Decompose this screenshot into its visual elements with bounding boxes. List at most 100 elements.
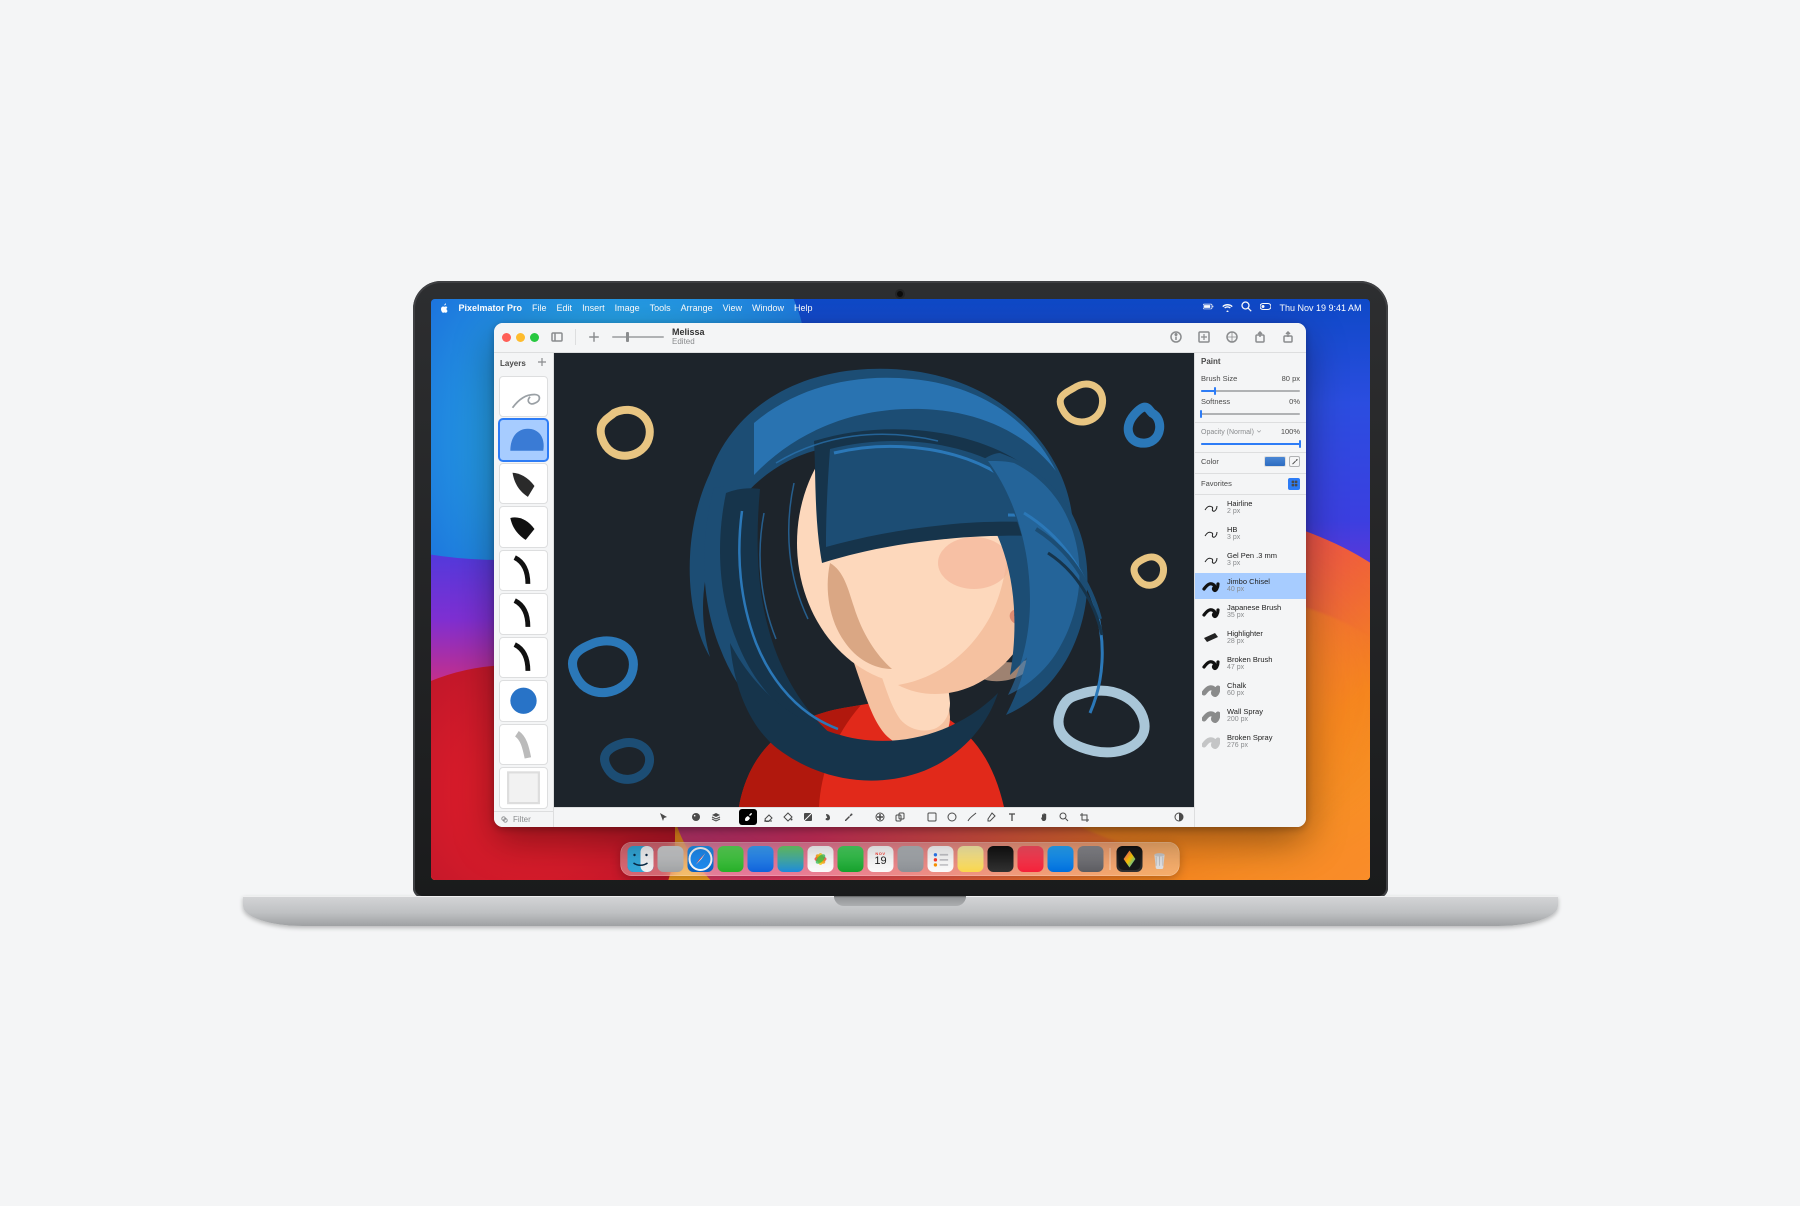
dock-appstore[interactable] [1048, 846, 1074, 872]
minimize-button[interactable] [516, 333, 525, 342]
layers-list [494, 374, 553, 811]
tool-shape[interactable] [923, 809, 941, 825]
menu-edit[interactable]: Edit [557, 303, 573, 313]
color-picker-button[interactable] [1289, 456, 1300, 467]
layer-hair-front[interactable] [499, 463, 548, 505]
info-button[interactable] [1166, 327, 1186, 347]
color-adjust-button[interactable] [1222, 327, 1242, 347]
tool-arrow[interactable] [655, 809, 673, 825]
zoom-slider[interactable] [612, 330, 664, 344]
softness-slider[interactable] [1201, 410, 1300, 418]
paint-title: Paint [1195, 353, 1306, 370]
tool-fill[interactable] [779, 809, 797, 825]
tool-arrange[interactable] [707, 809, 725, 825]
menu-arrange[interactable]: Arrange [681, 303, 713, 313]
app-window: Melissa Edited Layers [494, 323, 1306, 827]
brush-japanese-brush[interactable]: Japanese Brush35 px [1195, 599, 1306, 625]
menu-insert[interactable]: Insert [582, 303, 605, 313]
menu-image[interactable]: Image [615, 303, 640, 313]
brush-jimbo-chisel[interactable]: Jimbo Chisel40 px [1195, 573, 1306, 599]
menu-help[interactable]: Help [794, 303, 813, 313]
layer-hair-dark[interactable] [499, 506, 548, 548]
layer-strand1[interactable] [499, 550, 548, 592]
canvas[interactable] [554, 353, 1194, 807]
tool-color-adjust[interactable] [1170, 809, 1188, 825]
dock-safari[interactable] [688, 846, 714, 872]
control-center-icon[interactable] [1260, 301, 1271, 314]
layers-footer[interactable]: Filter [494, 811, 553, 827]
tool-paint[interactable] [739, 809, 757, 825]
dock-launchpad[interactable] [658, 846, 684, 872]
dock-notes[interactable] [958, 846, 984, 872]
tool-erase[interactable] [759, 809, 777, 825]
tool-gradient[interactable] [799, 809, 817, 825]
dock: NOV19 [621, 842, 1180, 876]
dock-pixelmator[interactable] [1117, 846, 1143, 872]
dock-tv[interactable] [988, 846, 1014, 872]
layer-strand2[interactable] [499, 593, 548, 635]
brush-highlighter[interactable]: Highlighter28 px [1195, 625, 1306, 651]
layer-head[interactable] [499, 680, 548, 722]
dock-preferences[interactable] [1078, 846, 1104, 872]
dock-calendar[interactable]: NOV19 [868, 846, 894, 872]
layer-sketch[interactable] [499, 376, 548, 418]
dock-mail[interactable] [748, 846, 774, 872]
tool-color-pick[interactable] [839, 809, 857, 825]
menu-window[interactable]: Window [752, 303, 784, 313]
brush-hb[interactable]: HB3 px [1195, 521, 1306, 547]
opacity-mode[interactable]: Opacity (Normal) [1201, 428, 1262, 436]
layer-strand3[interactable] [499, 637, 548, 679]
tool-hand[interactable] [1035, 809, 1053, 825]
tool-repair[interactable] [871, 809, 889, 825]
tool-pen[interactable] [983, 809, 1001, 825]
dock-music[interactable] [1018, 846, 1044, 872]
fullscreen-button[interactable] [530, 333, 539, 342]
brush-gel-pen-3-mm[interactable]: Gel Pen .3 mm3 px [1195, 547, 1306, 573]
menu-view[interactable]: View [723, 303, 742, 313]
tool-smudge[interactable] [819, 809, 837, 825]
effects-button[interactable] [1194, 327, 1214, 347]
menubar-app-name[interactable]: Pixelmator Pro [459, 303, 523, 313]
export-button[interactable] [1250, 327, 1270, 347]
opacity-slider[interactable] [1201, 440, 1300, 448]
tool-crop[interactable] [1075, 809, 1093, 825]
layer-hair-bg[interactable] [499, 419, 548, 461]
tool-zoom[interactable] [1055, 809, 1073, 825]
wifi-icon[interactable] [1222, 301, 1233, 314]
brush-wall-spray[interactable]: Wall Spray200 px [1195, 703, 1306, 729]
toggle-sidebar-button[interactable] [547, 327, 567, 347]
color-swatch[interactable] [1264, 456, 1286, 467]
close-button[interactable] [502, 333, 511, 342]
add-layer-button[interactable] [584, 327, 604, 347]
tool-clone[interactable] [891, 809, 909, 825]
apple-menu[interactable] [439, 303, 449, 313]
menubar-clock[interactable]: Thu Nov 19 9:41 AM [1279, 303, 1361, 313]
add-layer-icon[interactable] [537, 357, 547, 370]
brush-size-slider[interactable] [1201, 387, 1300, 395]
dock-finder[interactable] [628, 846, 654, 872]
share-button[interactable] [1278, 327, 1298, 347]
brush-broken-spray[interactable]: Broken Spray276 px [1195, 729, 1306, 755]
color-label: Color [1201, 457, 1219, 466]
brush-chalk[interactable]: Chalk60 px [1195, 677, 1306, 703]
spotlight-icon[interactable] [1241, 301, 1252, 314]
dock-photos[interactable] [808, 846, 834, 872]
tool-style[interactable] [687, 809, 705, 825]
brush-picker-button[interactable] [1288, 478, 1300, 490]
dock-messages[interactable] [718, 846, 744, 872]
layer-paper[interactable] [499, 767, 548, 809]
dock-facetime[interactable] [838, 846, 864, 872]
dock-contacts[interactable] [898, 846, 924, 872]
tool-ellipse[interactable] [943, 809, 961, 825]
battery-icon[interactable] [1203, 301, 1214, 314]
layer-neck[interactable] [499, 724, 548, 766]
dock-reminders[interactable] [928, 846, 954, 872]
tool-text[interactable] [1003, 809, 1021, 825]
menu-file[interactable]: File [532, 303, 547, 313]
dock-trash[interactable] [1147, 846, 1173, 872]
menu-tools[interactable]: Tools [650, 303, 671, 313]
brush-hairline[interactable]: Hairline2 px [1195, 495, 1306, 521]
brush-broken-brush[interactable]: Broken Brush47 px [1195, 651, 1306, 677]
tool-line[interactable] [963, 809, 981, 825]
dock-maps[interactable] [778, 846, 804, 872]
